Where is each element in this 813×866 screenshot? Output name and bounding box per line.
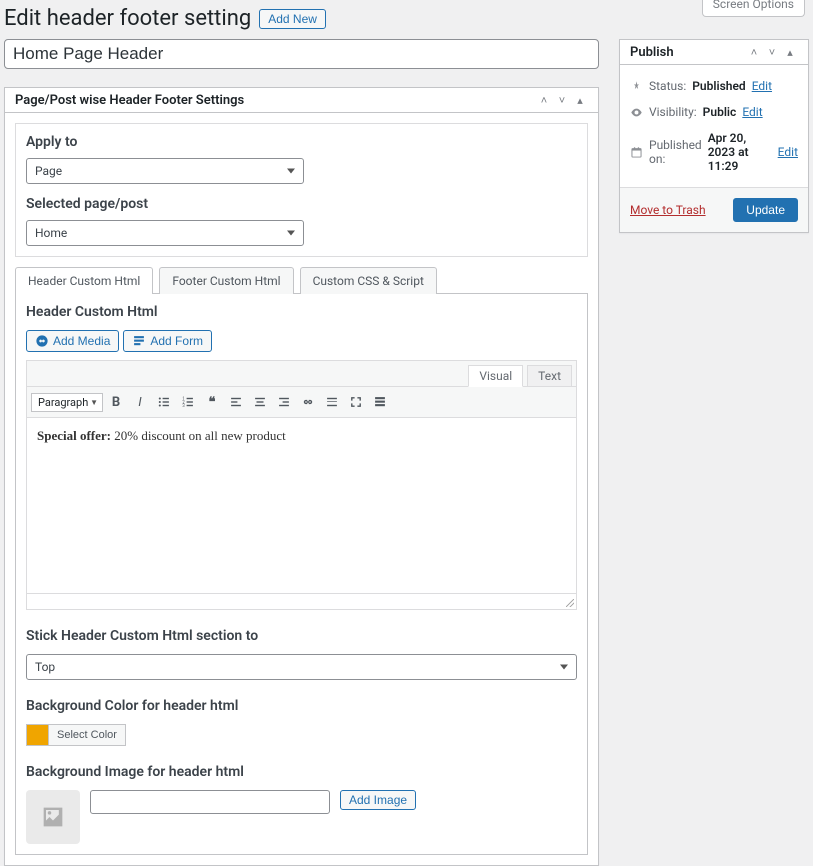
tab-header-html[interactable]: Header Custom Html — [15, 267, 153, 294]
select-color-button[interactable]: Select Color — [48, 724, 126, 746]
published-on-value: Apr 20, 2023 at 11:29 — [708, 131, 772, 173]
italic-button[interactable]: I — [129, 391, 151, 413]
status-edit-link[interactable]: Edit — [752, 79, 772, 93]
align-center-button[interactable] — [249, 391, 271, 413]
pin-icon — [630, 80, 643, 93]
publish-move-up-icon[interactable]: ˄ — [746, 44, 762, 60]
editor-content-text: 20% discount on all new product — [111, 428, 286, 443]
tab-footer-html[interactable]: Footer Custom Html — [159, 267, 293, 294]
blockquote-button[interactable]: ❝ — [201, 391, 223, 413]
visibility-label: Visibility: — [649, 105, 697, 119]
toggle-panel-icon[interactable]: ▴ — [572, 92, 588, 108]
form-icon — [132, 334, 146, 348]
published-on-edit-link[interactable]: Edit — [778, 145, 798, 159]
read-more-button[interactable] — [321, 391, 343, 413]
stick-section-select[interactable]: Top — [26, 654, 577, 680]
image-placeholder-icon — [26, 790, 80, 844]
color-swatch[interactable] — [26, 724, 48, 746]
bg-image-label: Background Image for header html — [26, 764, 577, 780]
bg-color-label: Background Color for header html — [26, 698, 577, 714]
bold-button[interactable]: B — [105, 391, 127, 413]
editor-section-title: Header Custom Html — [26, 304, 577, 320]
move-down-icon[interactable]: ˅ — [554, 92, 570, 108]
selected-page-select[interactable]: Home — [26, 220, 304, 246]
post-title-input[interactable] — [4, 39, 599, 69]
toolbar-toggle-button[interactable] — [369, 391, 391, 413]
editor-content-bold: Special offer: — [37, 428, 111, 443]
screen-options-tab[interactable]: Screen Options — [702, 0, 805, 17]
apply-to-value: Page — [35, 164, 62, 178]
add-new-button[interactable]: Add New — [259, 9, 326, 29]
page-title: Edit header footer setting — [4, 6, 251, 31]
fullscreen-button[interactable] — [345, 391, 367, 413]
media-icon — [35, 334, 49, 348]
add-form-label: Add Form — [150, 334, 203, 348]
add-form-button[interactable]: Add Form — [123, 330, 212, 352]
svg-text:3: 3 — [182, 404, 185, 409]
align-right-button[interactable] — [273, 391, 295, 413]
bg-image-input[interactable] — [90, 790, 330, 814]
apply-to-label: Apply to — [26, 134, 577, 150]
numbered-list-button[interactable]: 123 — [177, 391, 199, 413]
calendar-icon — [630, 146, 643, 159]
format-select[interactable]: Paragraph — [31, 393, 103, 412]
add-image-button[interactable]: Add Image — [340, 790, 416, 810]
stick-section-value: Top — [35, 660, 55, 674]
add-media-label: Add Media — [53, 334, 110, 348]
editor-resize-handle[interactable] — [27, 593, 576, 609]
bullet-list-button[interactable] — [153, 391, 175, 413]
visibility-value: Public — [703, 105, 737, 119]
visibility-icon — [630, 106, 643, 119]
publish-move-down-icon[interactable]: ˅ — [764, 44, 780, 60]
update-button[interactable]: Update — [733, 198, 798, 222]
editor-content-area[interactable]: Special offer: 20% discount on all new p… — [27, 418, 576, 593]
selected-page-label: Selected page/post — [26, 196, 577, 212]
status-label: Status: — [649, 79, 686, 93]
move-to-trash-link[interactable]: Move to Trash — [630, 203, 706, 217]
tab-custom-css[interactable]: Custom CSS & Script — [300, 267, 437, 294]
editor-visual-tab[interactable]: Visual — [468, 365, 523, 387]
publish-toggle-icon[interactable]: ▴ — [782, 44, 798, 60]
status-value: Published — [692, 79, 745, 93]
selected-page-value: Home — [35, 226, 67, 240]
stick-section-label: Stick Header Custom Html section to — [26, 628, 577, 644]
apply-to-select[interactable]: Page — [26, 158, 304, 184]
editor-text-tab[interactable]: Text — [527, 365, 572, 386]
add-media-button[interactable]: Add Media — [26, 330, 119, 352]
settings-box-heading: Page/Post wise Header Footer Settings — [15, 93, 244, 108]
published-on-label: Published on: — [649, 138, 702, 166]
align-left-button[interactable] — [225, 391, 247, 413]
move-up-icon[interactable]: ˄ — [536, 92, 552, 108]
visibility-edit-link[interactable]: Edit — [742, 105, 762, 119]
publish-heading: Publish — [630, 45, 674, 60]
format-select-value: Paragraph — [38, 396, 88, 409]
link-button[interactable] — [297, 391, 319, 413]
